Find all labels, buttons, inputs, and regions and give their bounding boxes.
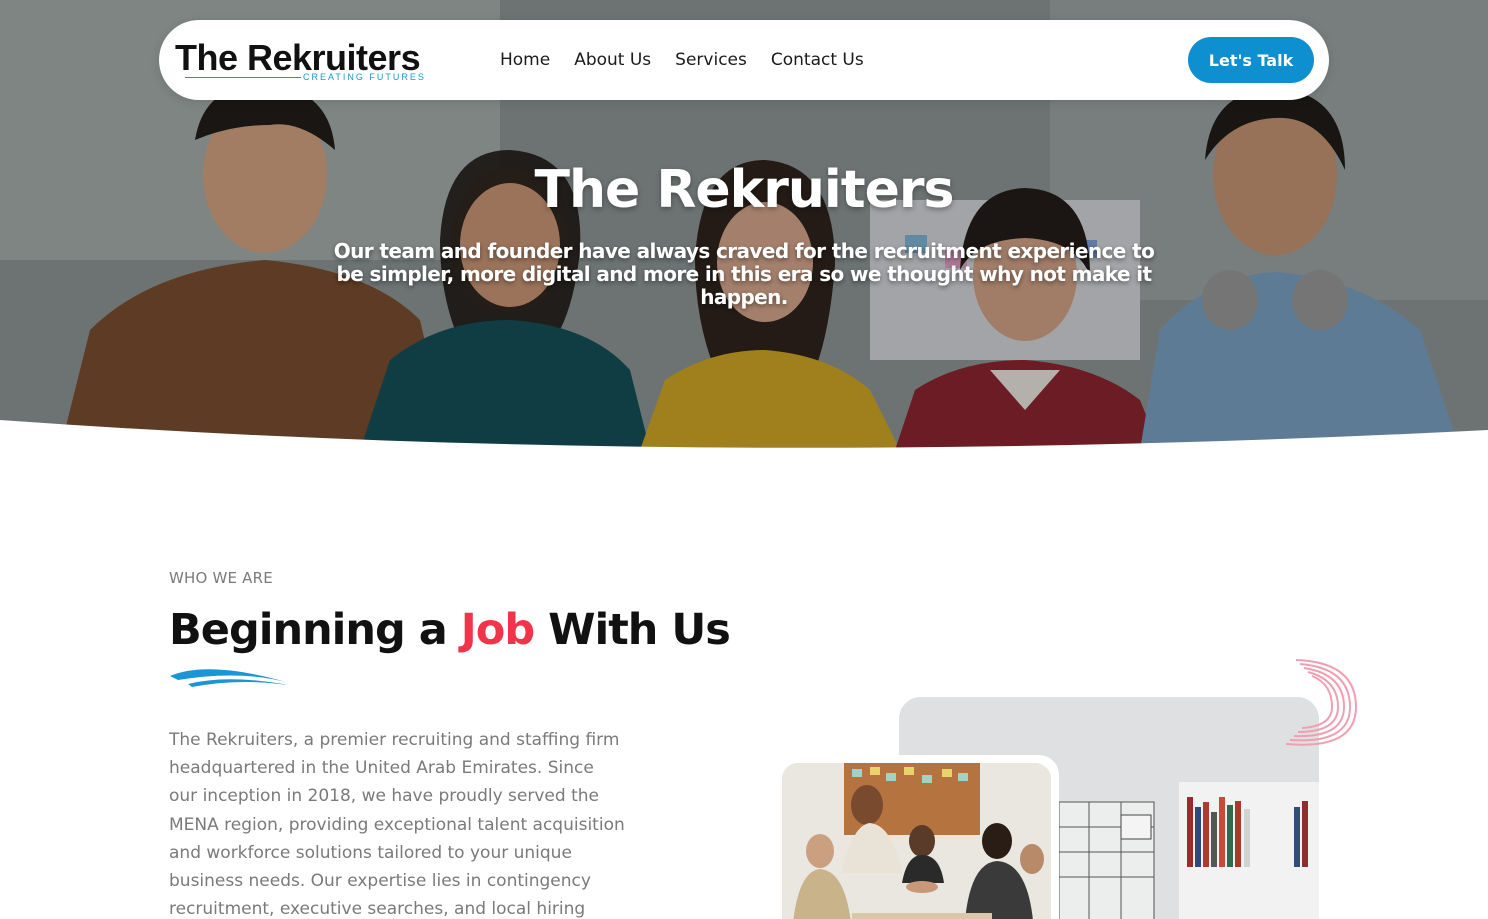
- nav-link-about-us[interactable]: About Us: [574, 48, 651, 72]
- nav-link-contact-us[interactable]: Contact Us: [771, 48, 864, 72]
- top-navbar: The Rekruiters CREATING FUTURES Home Abo…: [159, 20, 1329, 100]
- heading-text-after: With Us: [534, 605, 731, 655]
- nav-link-home[interactable]: Home: [500, 48, 550, 72]
- team-handshake-photo: [782, 763, 1051, 919]
- about-body-text: The Rekruiters, a premier recruiting and…: [169, 730, 625, 919]
- logo-underline: [185, 77, 301, 78]
- heading-text-before: Beginning a: [169, 605, 461, 655]
- section-heading: Beginning a Job With Us: [169, 604, 731, 656]
- nav-menu: Home About Us Services Contact Us: [500, 48, 864, 72]
- team-handshake-illustration: [782, 763, 1051, 919]
- pink-scribble-icon: [1285, 659, 1358, 746]
- section-eyebrow: WHO WE ARE: [169, 569, 273, 587]
- company-logo[interactable]: The Rekruiters CREATING FUTURES: [175, 38, 441, 86]
- heading-highlight: Job: [460, 605, 535, 655]
- nav-link-services[interactable]: Services: [675, 48, 747, 72]
- hero-subtitle: Our team and founder have always craved …: [333, 239, 1155, 309]
- hero-title: The Rekruiters: [534, 160, 955, 220]
- brush-swoosh-icon: [170, 669, 288, 687]
- lets-talk-button[interactable]: Let's Talk: [1188, 37, 1314, 83]
- logo-tagline: CREATING FUTURES: [303, 72, 426, 82]
